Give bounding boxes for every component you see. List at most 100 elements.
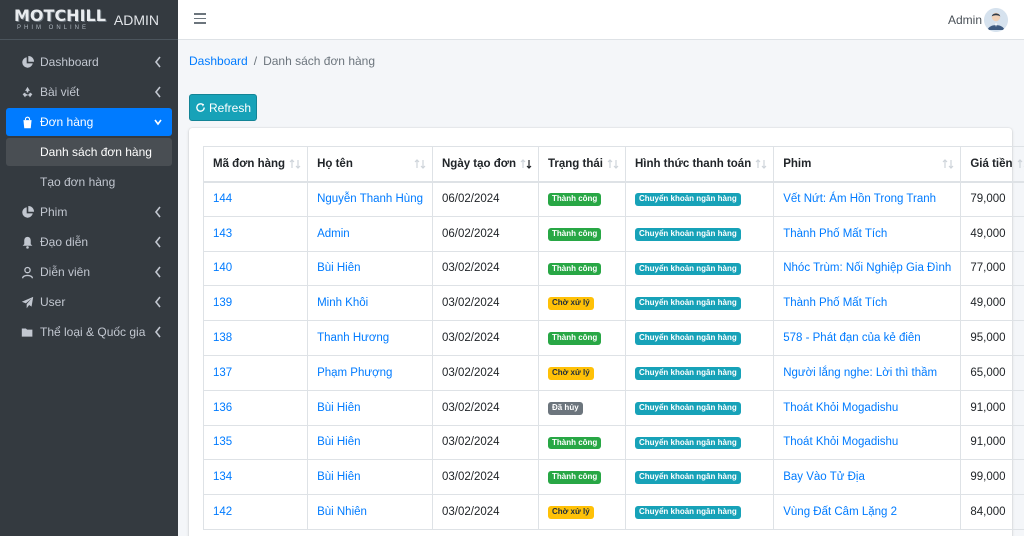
table-row: 140 Bùi Hiên 03/02/2024 Thành công Chuyển kh… xyxy=(202,250,1024,287)
table-row: 134 Bùi Hiên 03/02/2024 Thành công Chuyển kh… xyxy=(202,459,1024,496)
customer-name-link[interactable]: Bùi Hiên xyxy=(307,389,433,426)
order-id-link[interactable]: 143 xyxy=(202,215,309,252)
order-date: 03/02/2024 xyxy=(431,354,539,391)
sidebar: MOTCHILL PHIM ONLINE ADMIN Dashboard Bài… xyxy=(0,0,178,536)
column-header[interactable]: Hình thức thanh toán xyxy=(624,146,775,183)
sidebar-item-orders[interactable]: Đơn hàng xyxy=(6,108,172,136)
customer-name-link[interactable]: Bùi Hiên xyxy=(307,250,433,287)
customer-name-link[interactable]: Bùi Hiên xyxy=(307,424,433,461)
order-date: 03/02/2024 xyxy=(431,494,539,530)
movie-link[interactable]: Người lắng nghe: Lời thì thầm xyxy=(773,354,962,391)
payment-method-cell: Chuyển khoản ngân hàng xyxy=(624,215,775,252)
brand[interactable]: MOTCHILL PHIM ONLINE ADMIN xyxy=(0,0,178,40)
payment-badge: Chuyển khoản ngân hàng xyxy=(634,436,741,450)
payment-method-cell: Chuyển khoản ngân hàng xyxy=(624,459,775,496)
column-header-label: Ngày tạo đơn xyxy=(441,157,516,170)
payment-method-cell: Chuyển khoản ngân hàng xyxy=(624,320,775,356)
order-id-link[interactable]: 138 xyxy=(202,320,309,356)
order-status-cell: Thành công xyxy=(537,320,626,356)
order-id-link[interactable]: 142 xyxy=(202,494,309,530)
table-row: 142 Bùi Nhiên 03/02/2024 Chờ xử lý Chuyển kh… xyxy=(202,494,1024,530)
column-header[interactable]: Họ tên xyxy=(307,146,433,183)
refresh-button[interactable]: Refresh xyxy=(189,94,257,121)
chevron-left-icon xyxy=(154,296,162,308)
movie-link[interactable]: Vết Nứt: Ám Hồn Trong Tranh xyxy=(773,181,962,217)
status-badge: Chờ xử lý xyxy=(547,366,594,380)
paper-plane-icon xyxy=(20,295,34,309)
customer-name-link[interactable]: Minh Khôi xyxy=(307,285,433,322)
pie-chart-icon xyxy=(20,205,34,219)
user-icon xyxy=(20,265,34,279)
column-header[interactable]: Ngày tạo đơn xyxy=(431,146,539,183)
table-row: 144 Nguyễn Thanh Hùng 06/02/2024 Thành công… xyxy=(202,181,1024,217)
bell-icon xyxy=(20,235,34,249)
sidebar-item-actors[interactable]: Diễn viên xyxy=(6,258,172,286)
column-header-label: Phim xyxy=(783,157,812,170)
column-header-label: Hình thức thanh toán xyxy=(634,157,752,170)
payment-method-cell: Chuyển khoản ngân hàng xyxy=(624,285,775,322)
user-name[interactable]: Admin xyxy=(948,13,982,27)
payment-method-cell: Chuyển khoản ngân hàng xyxy=(624,424,775,461)
sidebar-subitem-order-list[interactable]: Danh sách đơn hàng xyxy=(6,138,172,166)
order-date: 06/02/2024 xyxy=(431,181,539,217)
menu-toggle-icon[interactable] xyxy=(194,13,206,25)
customer-name-link[interactable]: Phạm Phượng xyxy=(307,354,433,391)
table-row: 143 Admin 06/02/2024 Thành công Chuyển khoản… xyxy=(202,215,1024,252)
order-id-link[interactable]: 134 xyxy=(202,459,309,496)
customer-name-link[interactable]: Thanh Hương xyxy=(307,320,433,356)
sidebar-item-directors[interactable]: Đạo diễn xyxy=(6,228,172,256)
movie-link[interactable]: 578 - Phát đạn của kẻ điên xyxy=(773,320,962,356)
table-row: 137 Phạm Phượng 03/02/2024 Chờ xử lý Chuyển … xyxy=(202,354,1024,391)
brand-logo: MOTCHILL PHIM ONLINE xyxy=(14,6,106,32)
movie-link[interactable]: Bay Vào Tử Địa xyxy=(773,459,962,496)
order-date: 03/02/2024 xyxy=(431,250,539,287)
movie-link[interactable]: Vùng Đất Câm Lặng 2 xyxy=(773,494,962,530)
sidebar-item-label: User xyxy=(40,295,66,309)
payment-badge: Chuyển khoản ngân hàng xyxy=(634,262,741,276)
movie-link[interactable]: Thoát Khỏi Mogadishu xyxy=(773,424,962,461)
customer-name-link[interactable]: Nguyễn Thanh Hùng xyxy=(307,181,433,217)
customer-name-link[interactable]: Bùi Hiên xyxy=(307,459,433,496)
customer-name-link[interactable]: Admin xyxy=(307,215,433,252)
order-status-cell: Thành công xyxy=(537,459,626,496)
top-navbar: Admin xyxy=(178,0,1024,40)
sidebar-item-genres-countries[interactable]: Thể loại & Quốc gia xyxy=(6,318,172,346)
sort-icon xyxy=(607,158,619,170)
column-header[interactable]: Phim xyxy=(773,146,962,183)
sidebar-item-dashboard[interactable]: Dashboard xyxy=(6,48,172,76)
orders-table: Mã đơn hàng Họ tên Ngày tạo đơn Trạng thái H… xyxy=(202,146,1024,530)
payment-badge: Chuyển khoản ngân hàng xyxy=(634,401,741,415)
sidebar-item-label: Dashboard xyxy=(40,55,99,69)
order-id-link[interactable]: 140 xyxy=(202,250,309,287)
column-header[interactable]: Trạng thái xyxy=(537,146,626,183)
order-status-cell: Thành công xyxy=(537,215,626,252)
order-id-link[interactable]: 136 xyxy=(202,389,309,426)
order-price: 49,000 xyxy=(960,285,1024,322)
breadcrumb-home-link[interactable]: Dashboard xyxy=(189,54,248,68)
movie-link[interactable]: Thoát Khỏi Mogadishu xyxy=(773,389,962,426)
order-status-cell: Thành công xyxy=(537,424,626,461)
order-id-link[interactable]: 137 xyxy=(202,354,309,391)
order-id-link[interactable]: 135 xyxy=(202,424,309,461)
sidebar-item-posts[interactable]: Bài viết xyxy=(6,78,172,106)
column-header[interactable]: Giá tiền xyxy=(960,146,1024,183)
payment-badge: Chuyển khoản ngân hàng xyxy=(634,366,741,380)
status-badge: Thành công xyxy=(547,436,602,450)
order-id-link[interactable]: 144 xyxy=(202,181,309,217)
customer-name-link[interactable]: Bùi Nhiên xyxy=(307,494,433,530)
status-badge: Thành công xyxy=(547,227,602,241)
status-badge: Thành công xyxy=(547,332,602,345)
column-header[interactable]: Mã đơn hàng xyxy=(202,146,309,183)
movie-link[interactable]: Thành Phố Mất Tích xyxy=(773,215,962,252)
breadcrumb: Dashboard / Danh sách đơn hàng xyxy=(189,54,375,68)
sidebar-item-movies[interactable]: Phim xyxy=(6,198,172,226)
order-id-link[interactable]: 139 xyxy=(202,285,309,322)
sidebar-subitem-create-order[interactable]: Tạo đơn hàng xyxy=(6,168,172,196)
order-date: 03/02/2024 xyxy=(431,424,539,461)
movie-link[interactable]: Thành Phố Mất Tích xyxy=(773,285,962,322)
payment-method-cell: Chuyển khoản ngân hàng xyxy=(624,494,775,530)
payment-badge: Chuyển khoản ngân hàng xyxy=(634,471,741,485)
sidebar-item-user[interactable]: User xyxy=(6,288,172,316)
movie-link[interactable]: Nhóc Trùm: Nối Nghiệp Gia Đình xyxy=(773,250,962,287)
avatar[interactable] xyxy=(984,8,1008,32)
